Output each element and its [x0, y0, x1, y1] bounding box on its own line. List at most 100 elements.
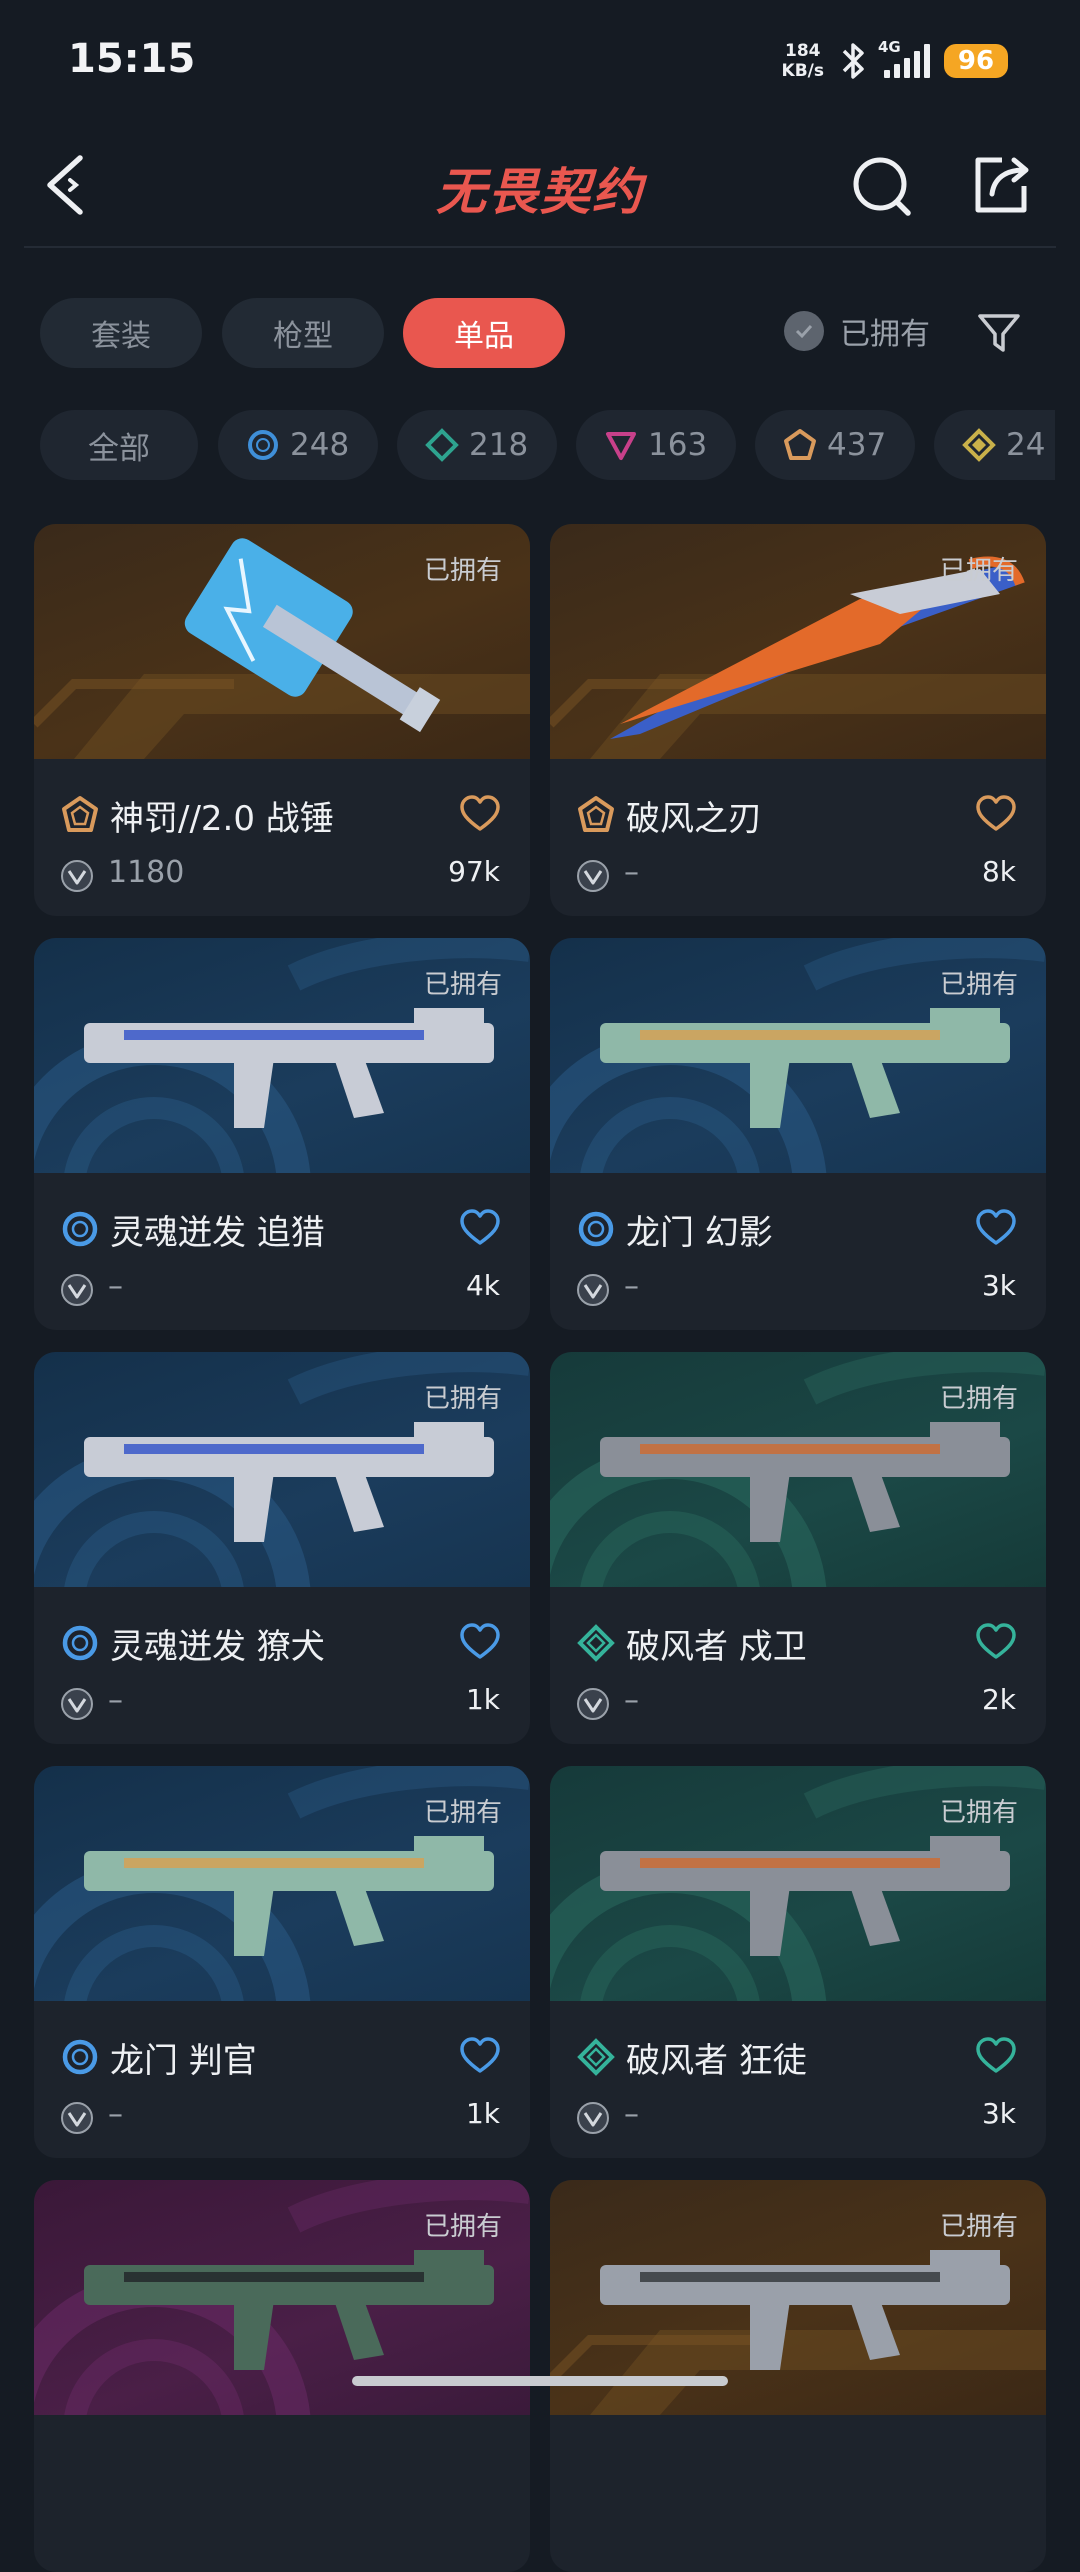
skin-card-image: 已拥有 — [34, 1352, 530, 1587]
deluxe-tier-icon — [425, 428, 459, 462]
tab-bundles[interactable]: 套装 — [40, 298, 202, 368]
bluetooth-icon — [842, 43, 864, 79]
skin-card-image: 已拥有 — [550, 524, 1046, 759]
owned-badge: 已拥有 — [423, 1384, 502, 1414]
ultra-tier-icon — [962, 428, 996, 462]
skin-card[interactable]: 已拥有 龙门 幻影 – 3k — [550, 938, 1046, 1330]
like-count: 1k — [465, 1683, 500, 1716]
like-count: 3k — [981, 1269, 1016, 1302]
premium-tier-icon — [606, 432, 636, 460]
vp-currency-icon — [577, 860, 609, 892]
home-indicator[interactable] — [352, 2376, 728, 2386]
owned-badge: 已拥有 — [939, 1384, 1018, 1414]
owned-toggle[interactable]: 已拥有 — [784, 296, 930, 366]
chip-all[interactable]: 全部 — [40, 410, 198, 480]
skin-price: – — [624, 1269, 639, 1304]
skin-name: 破风之刃 — [626, 799, 762, 839]
heart-icon[interactable] — [976, 1209, 1016, 1247]
skin-card-info: 龙门 判官 – 1k — [34, 2001, 530, 2158]
skin-price: 1180 — [108, 855, 185, 890]
chip-exclusive-tier[interactable]: 437 — [755, 410, 915, 480]
chip-count: 218 — [469, 427, 529, 463]
check-icon — [784, 311, 824, 351]
skin-price: – — [624, 855, 639, 890]
heart-icon[interactable] — [976, 1623, 1016, 1661]
network-speed-unit: KB/s — [781, 61, 824, 81]
skin-card-info: 灵魂迸发 獠犬 – 1k — [34, 1587, 530, 1744]
owned-toggle-label: 已拥有 — [840, 317, 930, 352]
vp-currency-icon — [61, 2102, 93, 2134]
like-count: 1k — [465, 2097, 500, 2130]
search-icon[interactable] — [848, 150, 918, 220]
skin-card[interactable]: 已拥有 灵魂迸发 獠犬 – 1k — [34, 1352, 530, 1744]
skin-card[interactable]: 已拥有 龙门 判官 – 1k — [34, 1766, 530, 2158]
skin-name: 灵魂迸发 追猎 — [110, 1213, 325, 1253]
status-bar: 15:15 184 KB/s 4G 96 — [0, 0, 1080, 120]
exclusive-tier-icon — [784, 429, 816, 460]
skin-card-info: 神罚//2.0 战锤 1180 97k — [34, 759, 530, 916]
owned-badge: 已拥有 — [939, 556, 1018, 586]
heart-icon[interactable] — [976, 795, 1016, 833]
vp-currency-icon — [577, 1688, 609, 1720]
share-icon[interactable] — [966, 150, 1036, 220]
tab-gun-types[interactable]: 枪型 — [222, 298, 384, 368]
vp-currency-icon — [577, 2102, 609, 2134]
tab-items[interactable]: 单品 — [403, 298, 565, 368]
deluxe-tier-icon — [576, 1623, 616, 1663]
owned-badge: 已拥有 — [423, 556, 502, 586]
skin-card[interactable]: 已拥有 破风者 戍卫 – 2k — [550, 1352, 1046, 1744]
skin-price: – — [108, 2097, 123, 2132]
chip-count: 437 — [827, 427, 887, 463]
like-count: 4k — [465, 1269, 500, 1302]
battery-indicator: 96 — [944, 44, 1008, 78]
heart-icon[interactable] — [460, 795, 500, 833]
status-icons: 184 KB/s 4G 96 — [782, 36, 1008, 86]
skin-price: – — [624, 2097, 639, 2132]
select-tier-icon — [576, 1209, 616, 1249]
skin-name: 神罚//2.0 战锤 — [110, 799, 334, 839]
select-tier-icon — [60, 2037, 100, 2077]
filter-icon[interactable] — [976, 310, 1022, 356]
vp-currency-icon — [61, 1274, 93, 1306]
exclusive-tier-icon — [60, 795, 100, 835]
owned-badge: 已拥有 — [939, 2212, 1018, 2242]
heart-icon[interactable] — [976, 2037, 1016, 2075]
skin-card-image: 已拥有 — [550, 1352, 1046, 1587]
skin-card-info: 破风者 戍卫 – 2k — [550, 1587, 1046, 1744]
owned-badge: 已拥有 — [939, 1798, 1018, 1828]
skin-price: – — [624, 1683, 639, 1718]
select-tier-icon — [248, 430, 278, 460]
chip-select-tier[interactable]: 248 — [218, 410, 378, 480]
skin-name: 龙门 判官 — [110, 2041, 257, 2081]
skin-card-info: 灵魂迸发 追猎 – 4k — [34, 1173, 530, 1330]
heart-icon[interactable] — [460, 2037, 500, 2075]
heart-icon[interactable] — [460, 1623, 500, 1661]
skin-card[interactable]: 已拥有 破风之刃 – 8k — [550, 524, 1046, 916]
network-type: 4G — [878, 38, 901, 56]
like-count: 2k — [981, 1683, 1016, 1716]
select-tier-icon — [60, 1209, 100, 1249]
exclusive-tier-icon — [576, 795, 616, 835]
signal-icon: 4G — [878, 38, 930, 78]
vp-currency-icon — [61, 860, 93, 892]
heart-icon[interactable] — [460, 1209, 500, 1247]
chip-ultra-tier[interactable]: 24 — [934, 410, 1055, 480]
owned-badge: 已拥有 — [423, 970, 502, 1000]
vp-currency-icon — [61, 1688, 93, 1720]
status-time: 15:15 — [68, 36, 196, 82]
skin-name: 龙门 幻影 — [626, 1213, 773, 1253]
skin-card[interactable]: 已拥有 神罚//2.0 战锤 1180 97k — [34, 524, 530, 916]
chip-count: 163 — [648, 427, 708, 463]
skin-card-image: 已拥有 — [550, 1766, 1046, 2001]
owned-badge: 已拥有 — [423, 1798, 502, 1828]
skin-card[interactable]: 已拥有 灵魂迸发 追猎 – 4k — [34, 938, 530, 1330]
owned-badge: 已拥有 — [423, 2212, 502, 2242]
chip-label: 全部 — [88, 430, 150, 467]
tier-filter-chips: 全部 248 218 163 437 24 — [0, 410, 1055, 482]
chip-premium-tier[interactable]: 163 — [576, 410, 736, 480]
skin-card[interactable]: 已拥有 破风者 狂徒 – 3k — [550, 1766, 1046, 2158]
chip-count: 248 — [290, 427, 350, 463]
chip-deluxe-tier[interactable]: 218 — [397, 410, 557, 480]
like-count: 97k — [448, 855, 500, 888]
skin-card-info: 破风之刃 – 8k — [550, 759, 1046, 916]
